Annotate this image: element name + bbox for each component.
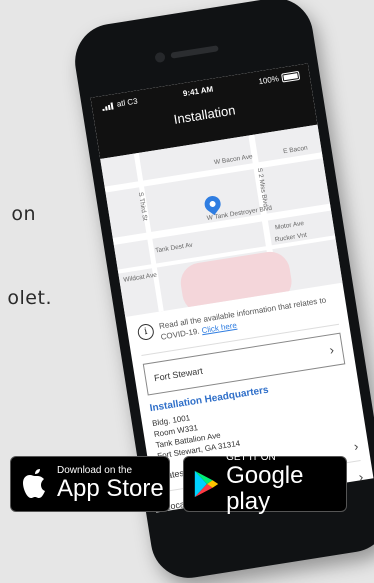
- battery-icon: [281, 71, 301, 83]
- installation-select-value: Fort Stewart: [153, 365, 204, 383]
- map-label: Tank Dest Av: [154, 241, 194, 255]
- app-store-button[interactable]: Download on the App Store: [10, 456, 170, 512]
- signal-icon: [102, 101, 115, 111]
- google-play-text: GET IT ON Google play: [226, 452, 346, 516]
- google-play-button[interactable]: GET IT ON Google play: [183, 452, 347, 515]
- chevron-right-icon: ›: [328, 342, 336, 358]
- status-battery: 100%: [257, 71, 301, 87]
- google-play-icon: [194, 470, 219, 498]
- chevron-right-icon: ›: [352, 438, 360, 454]
- battery-label: 100%: [257, 74, 280, 87]
- info-icon: i: [136, 322, 155, 342]
- chevron-right-icon: ›: [357, 468, 365, 485]
- phone-screen: atl C3 9:41 AM 100% Installation W Bacon…: [90, 63, 374, 513]
- camera-icon: [154, 51, 166, 64]
- speaker-grille: [170, 45, 219, 59]
- app-store-big-label: App Store: [57, 474, 164, 502]
- map-label: E Bacon: [282, 144, 309, 156]
- apple-icon: [23, 469, 45, 498]
- background-text-line2: olet.: [7, 287, 52, 309]
- status-time: 9:41 AM: [182, 84, 214, 99]
- location-pin-icon[interactable]: [201, 192, 224, 216]
- app-store-text: Download on the App Store: [57, 465, 164, 502]
- map-label: Wildcat Ave: [122, 271, 158, 284]
- carrier-label: atl C3: [116, 96, 139, 109]
- background-text-line1: on: [11, 203, 36, 225]
- map-view[interactable]: W Bacon Ave E Bacon S Third St S 2 Miss …: [100, 124, 343, 318]
- status-carrier: atl C3: [101, 97, 138, 112]
- map-label: Motor Ave: [274, 219, 305, 232]
- google-play-big-label: Google play: [226, 461, 304, 515]
